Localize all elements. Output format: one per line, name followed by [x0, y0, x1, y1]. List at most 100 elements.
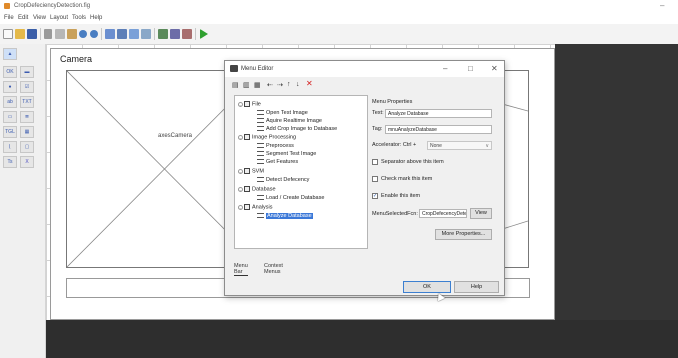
minimize-icon[interactable]: – [660, 1, 664, 10]
menu-file[interactable]: File [4, 15, 14, 21]
new-menu-item-icon[interactable]: ▥ [243, 81, 250, 89]
open-icon[interactable] [15, 29, 25, 39]
property-inspector-icon[interactable] [170, 29, 180, 39]
tab-order-icon[interactable] [129, 29, 139, 39]
accelerator-select[interactable]: None ∨ [427, 141, 492, 150]
tree-item[interactable]: Add Crop Image to Database [257, 126, 337, 132]
radiobutton-tool-icon[interactable]: ● [3, 81, 17, 93]
copy-icon[interactable] [55, 29, 65, 39]
tree-menu-image-processing[interactable]: − Image Processing [238, 134, 296, 141]
menu-icon [244, 134, 250, 140]
chevron-down-icon: ∨ [485, 143, 489, 149]
tree-item[interactable]: Load / Create Database [257, 195, 324, 201]
delete-icon[interactable]: ✕ [306, 79, 313, 88]
move-down-icon[interactable]: ↓ [296, 81, 300, 88]
collapse-icon[interactable]: − [238, 134, 243, 141]
tag-field[interactable]: mnuAnalyzeDatabase [385, 125, 492, 134]
editor-icon[interactable] [158, 29, 168, 39]
buttongroup-tool-icon[interactable]: Ts [3, 156, 17, 168]
run-icon[interactable] [200, 29, 208, 39]
tree-menu-file[interactable]: − File [238, 101, 261, 108]
tree-item[interactable]: Aquire Realtime Image [257, 118, 322, 124]
dialog-title: Menu Editor [241, 66, 274, 72]
object-browser-icon[interactable] [182, 29, 192, 39]
menu-icon [244, 101, 250, 107]
text-field[interactable]: Analyze Database [385, 109, 492, 118]
more-properties-button[interactable]: More Properties... [435, 229, 492, 240]
menu-layout[interactable]: Layout [50, 15, 68, 21]
collapse-icon[interactable]: − [238, 204, 243, 211]
pushbutton-tool-icon[interactable]: OK [3, 66, 17, 78]
save-icon[interactable] [27, 29, 37, 39]
tree-item[interactable]: Segment Test Image [257, 151, 316, 157]
slider-tool-icon[interactable]: ▬ [20, 66, 34, 78]
undo-icon[interactable] [79, 30, 87, 38]
menu-tree[interactable]: − File Open Test Image Aquire Realtime Im… [234, 95, 368, 249]
move-right-icon[interactable]: ⇢ [277, 81, 283, 89]
tree-menu-svm[interactable]: − SVM [238, 168, 264, 175]
toolbar-editor-icon[interactable] [141, 29, 151, 39]
popupmenu-tool-icon[interactable]: ▭ [3, 111, 17, 123]
cut-icon[interactable] [44, 29, 52, 39]
activex-tool-icon[interactable]: X [20, 156, 34, 168]
canvas-outside-area [555, 44, 678, 320]
collapse-icon[interactable]: − [238, 101, 243, 108]
tree-item-selected[interactable]: Analyze Database [257, 213, 313, 219]
move-up-icon[interactable]: ↑ [287, 81, 291, 88]
check-mark-label: Check mark this item [381, 176, 433, 182]
checkbox-tool-icon[interactable]: ☑ [20, 81, 34, 93]
static-text-tool-icon[interactable]: TXT [20, 96, 34, 108]
tree-item[interactable]: Get Features [257, 159, 298, 165]
axes-camera-label: axesCamera [158, 133, 193, 139]
panel-tool-icon[interactable]: ▢ [20, 141, 34, 153]
togglebutton-tool-icon[interactable]: TGL [3, 126, 17, 138]
select-tool-icon[interactable]: ▲ [3, 48, 17, 60]
text-label: Text: [372, 110, 384, 116]
tree-item[interactable]: Open Test Image [257, 110, 308, 116]
menu-edit[interactable]: Edit [18, 15, 28, 21]
menu-editor-dialog: Menu Editor – □ ✕ ▤ ▥ ▦ ⇠ ⇢ ↑ ↓ ✕ − File … [224, 60, 505, 296]
main-toolbar [0, 24, 678, 45]
menu-editor-toolbar: ▤ ▥ ▦ ⇠ ⇢ ↑ ↓ ✕ [225, 78, 504, 92]
window-title: CropDefeciencyDetection.fig [14, 3, 91, 9]
menu-help[interactable]: Help [90, 15, 102, 21]
new-menu-icon[interactable]: ▤ [232, 81, 239, 89]
tag-label: Tag: [372, 126, 383, 132]
tree-item[interactable]: Preprocess [257, 143, 294, 149]
tab-menu-bar[interactable]: Menu Bar [234, 263, 248, 276]
axes-tool-icon[interactable]: ⌊ [3, 141, 17, 153]
collapse-icon[interactable]: − [238, 186, 243, 193]
redo-icon[interactable] [90, 30, 98, 38]
check-mark-checkbox[interactable] [372, 176, 378, 182]
camera-panel-title: Camera [60, 54, 93, 64]
tree-menu-analysis[interactable]: − Analysis [238, 204, 272, 211]
close-icon[interactable]: ✕ [491, 64, 498, 73]
maximize-icon[interactable]: □ [468, 64, 473, 73]
menu-tools[interactable]: Tools [72, 15, 86, 21]
separator-checkbox[interactable] [372, 159, 378, 165]
listbox-tool-icon[interactable]: ≣ [20, 111, 34, 123]
enable-label: Enable this item [381, 193, 421, 199]
tree-item[interactable]: Detect Defecency [257, 177, 309, 183]
tree-menu-database[interactable]: − Database [238, 186, 276, 193]
new-icon[interactable] [3, 29, 13, 39]
move-left-icon[interactable]: ⇠ [267, 81, 273, 89]
new-context-menu-icon[interactable]: ▦ [254, 81, 261, 89]
edit-text-tool-icon[interactable]: ab [3, 96, 17, 108]
view-button[interactable]: View [470, 208, 492, 219]
tab-context-menus[interactable]: Context Menus [264, 263, 283, 275]
collapse-icon[interactable]: − [238, 168, 243, 175]
table-tool-icon[interactable]: ▦ [20, 126, 34, 138]
menu-view[interactable]: View [33, 15, 46, 21]
help-button[interactable]: Help [454, 281, 499, 293]
callback-field[interactable]: CropDefecencyDetection('mnuAnalyzeDataba… [419, 209, 467, 218]
ok-button[interactable]: OK [403, 281, 451, 293]
menu-editor-icon[interactable] [117, 29, 127, 39]
minimize-icon[interactable]: – [443, 64, 447, 73]
paste-icon[interactable] [67, 29, 77, 39]
menu-item-icon [257, 126, 264, 132]
menu-item-icon [257, 177, 264, 183]
menu-icon [244, 186, 250, 192]
align-icon[interactable] [105, 29, 115, 39]
enable-checkbox[interactable]: ✓ [372, 193, 378, 199]
